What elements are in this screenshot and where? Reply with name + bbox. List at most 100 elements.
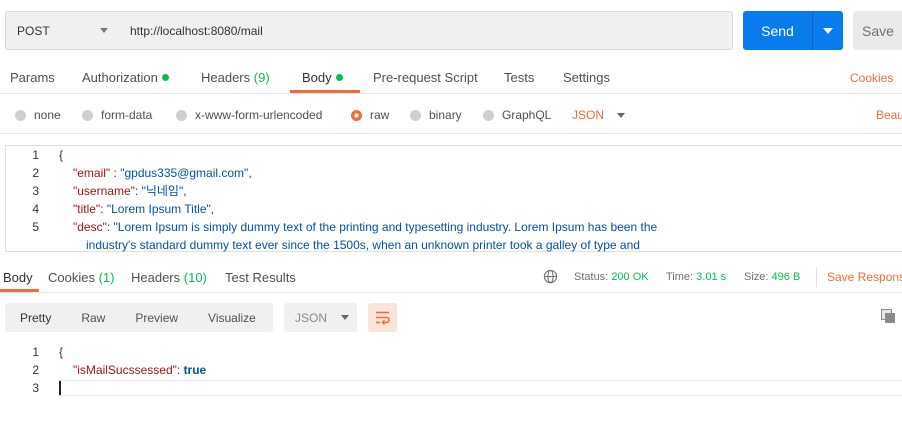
send-label: Send: [761, 22, 794, 39]
json-sep: :: [134, 184, 142, 198]
globe-icon[interactable]: [543, 269, 558, 287]
json-value: "닉네임": [141, 184, 184, 198]
json-key: "email": [73, 166, 111, 180]
line-number: 1: [32, 148, 39, 162]
json-end: ,: [183, 184, 187, 198]
line-number: 3: [32, 381, 39, 395]
tab-response-headers-label: Headers: [131, 270, 181, 285]
radio-none[interactable]: none: [15, 107, 61, 123]
tab-body-label: Body: [302, 70, 332, 85]
tab-test-results-label: Test Results: [225, 270, 296, 285]
json-value: true: [183, 363, 207, 377]
radio-graphql-label: GraphQL: [502, 108, 552, 122]
radio-form-data[interactable]: form-data: [82, 107, 152, 123]
tab-response-body-label: Body: [3, 270, 33, 285]
save-response-button[interactable]: Save Respons: [827, 270, 902, 284]
body-format-select[interactable]: JSON: [572, 107, 626, 123]
json-sep: :: [110, 166, 121, 180]
line-number: 2: [32, 363, 39, 377]
size-readout: Size: 496 B: [744, 271, 800, 283]
tab-params[interactable]: Params: [10, 70, 55, 85]
send-options-chevron-icon[interactable]: [823, 28, 833, 34]
view-pretty-button[interactable]: Pretty: [5, 311, 66, 325]
code-line: "email" : "gpdus335@gmail.com",: [59, 164, 657, 182]
divider: [816, 267, 817, 287]
divider: [0, 133, 902, 134]
headers-count: (9): [253, 70, 270, 85]
tab-response-body[interactable]: Body: [3, 270, 33, 285]
radio-raw[interactable]: raw: [351, 107, 389, 123]
code-wrap-line: industry's standard dummy text ever sinc…: [86, 238, 640, 252]
tab-response-headers[interactable]: Headers (10): [131, 270, 207, 285]
wrap-lines-button[interactable]: [368, 303, 397, 332]
tab-response-cookies[interactable]: Cookies (1): [48, 270, 114, 285]
code-line: "title": "Lorem Ipsum Title",: [59, 200, 657, 218]
view-mode-group: Pretty Raw Preview Visualize: [5, 303, 273, 332]
tab-settings[interactable]: Settings: [563, 70, 610, 85]
tab-headers[interactable]: Headers (9): [201, 70, 270, 85]
size-label: Size:: [744, 271, 769, 283]
json-key: "title": [73, 202, 101, 216]
time-readout: Time: 3.01 s: [666, 271, 726, 283]
code-line: "isMailSucssessed": true: [59, 361, 206, 379]
tab-test-results[interactable]: Test Results: [225, 270, 296, 285]
send-button[interactable]: Send: [743, 11, 843, 50]
method-label: POST: [17, 23, 50, 38]
response-code[interactable]: { "isMailSucssessed": true: [59, 343, 206, 395]
tab-prerequest-script[interactable]: Pre-request Script: [373, 70, 478, 85]
code-line: "username": "닉네임",: [59, 182, 657, 200]
json-key: "desc": [73, 220, 107, 234]
radio-raw-label: raw: [370, 108, 390, 122]
text-cursor: [59, 381, 206, 395]
method-select[interactable]: POST: [5, 11, 121, 50]
beautify-label: Beau: [876, 108, 902, 122]
tab-body[interactable]: Body: [302, 70, 343, 85]
radio-circle: [410, 109, 421, 121]
request-code: { "email" : "gpdus335@gmail.com", "usern…: [59, 146, 657, 254]
response-format-select[interactable]: JSON: [284, 303, 357, 332]
tab-authorization-label: Authorization: [82, 70, 158, 85]
url-text: http://localhost:8080/mail: [130, 23, 263, 38]
url-input[interactable]: http://localhost:8080/mail: [120, 11, 733, 50]
chevron-down-icon: [100, 28, 108, 33]
radio-none-label: none: [34, 108, 61, 122]
view-visualize-button[interactable]: Visualize: [193, 311, 271, 325]
save-response-label: Save Respons: [827, 270, 902, 284]
view-preview-button[interactable]: Preview: [120, 311, 193, 325]
cookies-count: (1): [98, 270, 115, 285]
line-number: 5: [32, 220, 39, 234]
divider: [0, 292, 902, 293]
tab-params-label: Params: [10, 70, 55, 85]
radio-binary-label: binary: [429, 108, 462, 122]
radio-circle: [15, 109, 26, 121]
response-headers-count: (10): [183, 270, 207, 285]
beautify-link[interactable]: Beau: [876, 107, 902, 123]
view-raw-button[interactable]: Raw: [66, 311, 120, 325]
tab-headers-label: Headers: [201, 70, 251, 85]
save-button[interactable]: Save: [853, 11, 902, 50]
radio-urlencoded[interactable]: x-www-form-urlencoded: [176, 107, 322, 123]
copy-icon[interactable]: [881, 309, 896, 327]
tab-tests-label: Tests: [504, 70, 535, 85]
json-value: "gpdus335@gmail.com": [120, 166, 249, 180]
cookies-link[interactable]: Cookies: [850, 71, 893, 85]
radio-graphql[interactable]: GraphQL: [483, 107, 551, 123]
json-key: "isMailSucssessed": [73, 363, 177, 377]
radio-binary[interactable]: binary: [410, 107, 462, 123]
response-gutter: 1 2 3: [5, 343, 39, 397]
tab-authorization[interactable]: Authorization: [82, 70, 169, 85]
status-label: Status:: [574, 271, 609, 283]
size-value: 496 B: [771, 271, 801, 283]
json-value: "Lorem Ipsum Title": [106, 202, 211, 216]
code-brace: {: [59, 148, 64, 162]
tab-cookies-label: Cookies: [48, 270, 95, 285]
radio-circle: [82, 109, 93, 121]
tab-tests[interactable]: Tests: [504, 70, 534, 85]
code-line: "desc": "Lorem Ipsum is simply dummy tex…: [59, 218, 657, 236]
json-end: ,: [248, 166, 252, 180]
json-value: "Lorem Ipsum is simply dummy text of the…: [113, 220, 658, 234]
chevron-down-icon: [341, 315, 350, 320]
line-number: 4: [32, 202, 39, 216]
active-indicator-dot: [161, 74, 169, 81]
json-key: "username": [73, 184, 135, 198]
